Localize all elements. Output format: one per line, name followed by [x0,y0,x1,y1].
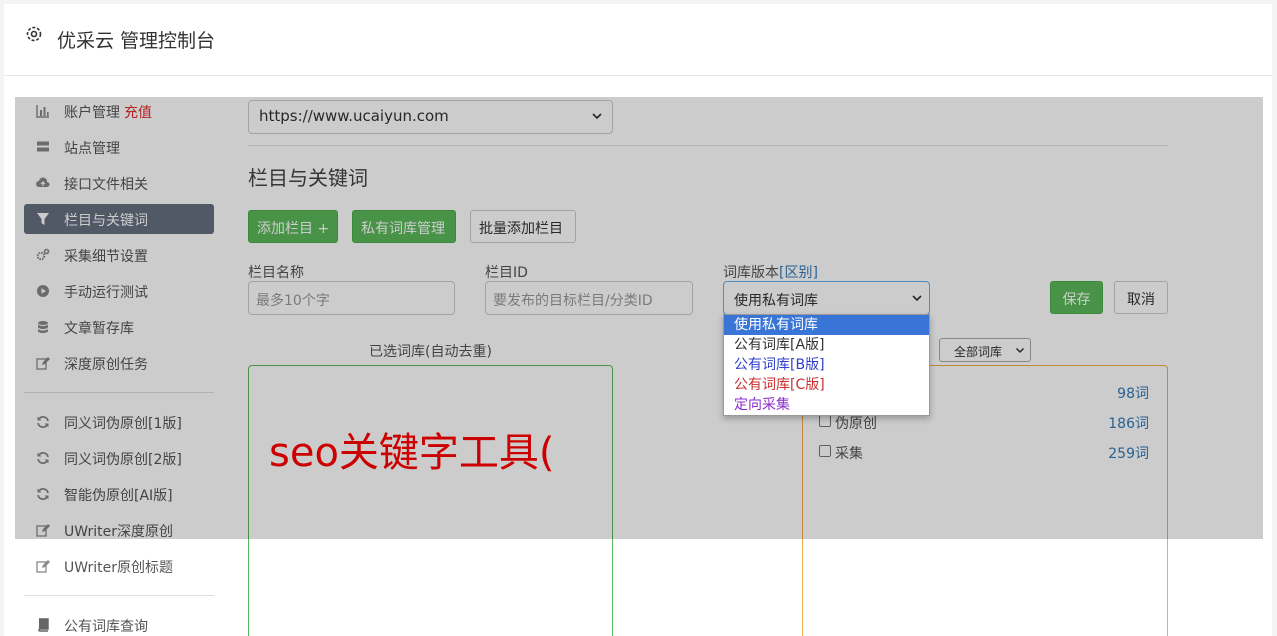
top-bar: 优采云 管理控制台 [4,4,1272,76]
sidebar-item-columns[interactable]: 栏目与关键词 [24,204,214,234]
lib-count: 98词 [1117,386,1149,402]
list-item: 采集 259词 [819,442,1149,464]
dropdown-option[interactable]: 公有词库[A版] [724,335,929,355]
chevron-down-icon [912,295,922,302]
sidebar-item-label: UWriter原创标题 [64,560,173,576]
sidebar-item-label: 文章暂存库 [64,321,134,337]
sidebar-item-label: 公有词库查询 [64,619,148,635]
sidebar-item-ai-rewrite[interactable]: 智能伪原创[AI版] [24,479,214,509]
sidebar: 账户管理 充值 站点管理 接口文件相关 栏目与关键词 采集细节设置 手动运行测试 … [24,96,214,636]
lib-version-select[interactable]: 使用私有词库 [723,281,930,315]
dropdown-option[interactable]: 公有词库[B版] [724,355,929,375]
private-lib-button[interactable]: 私有词库管理 [352,210,456,243]
difference-link[interactable]: [区别] [779,265,818,281]
selected-lib-panel: seo关键字工具( [248,365,613,636]
sidebar-item-deep-original[interactable]: 深度原创任务 [24,348,214,378]
lib-name: 采集 [835,446,863,462]
sidebar-item-label: 栏目与关键词 [64,213,148,229]
sidebar-item-collect-settings[interactable]: 采集细节设置 [24,240,214,270]
lib-checkbox[interactable] [819,415,831,427]
filter-icon [37,213,49,225]
selected-lib-title: 已选词库(自动去重) [369,344,492,360]
lib-name: 伪原创 [835,416,877,432]
batch-add-button[interactable]: 批量添加栏目 [470,210,576,243]
add-column-button[interactable]: 添加栏目 + [248,210,338,243]
sidebar-item-label: 手动运行测试 [64,285,148,301]
column-name-label: 栏目名称 [248,265,304,281]
sidebar-item-article-store[interactable]: 文章暂存库 [24,312,214,342]
sidebar-item-label: 账户管理 [64,105,120,121]
sidebar-item-interface[interactable]: 接口文件相关 [24,168,214,198]
refresh-icon [37,416,49,428]
column-id-input[interactable]: 要发布的目标栏目/分类ID [485,281,693,315]
sidebar-item-uwriter-title[interactable]: UWriter原创标题 [24,551,214,581]
divider [248,145,1168,146]
server-icon [37,141,49,152]
edit-icon [36,560,50,573]
site-select-value: https://www.ucaiyun.com [259,107,449,125]
chevron-down-icon [1015,347,1025,354]
sidebar-item-public-lib[interactable]: 公有词库查询 [24,610,214,636]
lib-count: 259词 [1108,446,1149,462]
database-icon [38,321,48,333]
sidebar-item-uwriter-deep[interactable]: UWriter深度原创 [24,515,214,545]
sidebar-item-label: 站点管理 [64,141,120,157]
gear-icon [26,26,42,42]
recharge-link[interactable]: 充值 [124,105,152,121]
sidebar-item-label: 采集细节设置 [64,249,148,265]
dropdown-option[interactable]: 使用私有词库 [724,315,929,335]
sidebar-item-label: 同义词伪原创[2版] [64,452,182,468]
sidebar-item-label: 深度原创任务 [64,357,148,373]
sidebar-item-synonym-v1[interactable]: 同义词伪原创[1版] [24,407,214,437]
overlay-caption: seo关键字工具( [269,430,555,476]
sidebar-item-label: UWriter深度原创 [64,524,173,540]
lib-filter-value: 全部词库 [954,345,1003,359]
sidebar-item-manual-test[interactable]: 手动运行测试 [24,276,214,306]
refresh-icon [37,452,49,464]
lib-version-text: 词库版本 [723,265,779,281]
dropdown-option[interactable]: 公有词库[C版] [724,375,929,395]
lib-version-value: 使用私有词库 [734,293,818,309]
main-panel: https://www.ucaiyun.com 栏目与关键词 添加栏目 + 私有… [248,76,1248,636]
lib-count: 186词 [1108,416,1149,432]
app-title: 优采云 管理控制台 [57,30,216,52]
site-select[interactable]: https://www.ucaiyun.com [248,100,613,134]
sidebar-item-label: 接口文件相关 [64,177,148,193]
edit-icon [36,524,50,537]
sidebar-item-label: 智能伪原创[AI版] [64,488,173,504]
bar-chart-icon [36,105,49,118]
save-button[interactable]: 保存 [1050,281,1103,314]
chevron-down-icon [592,113,602,120]
cancel-button[interactable]: 取消 [1114,281,1168,314]
lib-checkbox[interactable] [819,445,831,457]
cloud-upload-icon [36,177,50,187]
play-circle-icon [37,285,49,297]
sidebar-item-account[interactable]: 账户管理 充值 [24,96,214,126]
lib-version-dropdown: 使用私有词库 公有词库[A版] 公有词库[B版] 公有词库[C版] 定向采集 [723,314,930,416]
sidebar-item-synonym-v2[interactable]: 同义词伪原创[2版] [24,443,214,473]
sidebar-divider [24,392,214,393]
content-area: 账户管理 充值 站点管理 接口文件相关 栏目与关键词 采集细节设置 手动运行测试 … [4,76,1272,636]
sidebar-item-sites[interactable]: 站点管理 [24,132,214,162]
column-name-input[interactable]: 最多10个字 [248,281,455,315]
lib-filter-select[interactable]: 全部词库 [939,338,1031,362]
column-id-label: 栏目ID [485,265,528,281]
edit-icon [36,357,50,370]
lib-version-label: 词库版本[区别] [723,262,818,282]
page-title: 栏目与关键词 [248,166,368,190]
book-icon [38,618,49,632]
sidebar-item-label: 同义词伪原创[1版] [64,416,182,432]
sidebar-divider [24,595,214,596]
dropdown-option[interactable]: 定向采集 [724,395,929,415]
refresh-icon [37,488,49,500]
cogs-icon [36,248,50,261]
